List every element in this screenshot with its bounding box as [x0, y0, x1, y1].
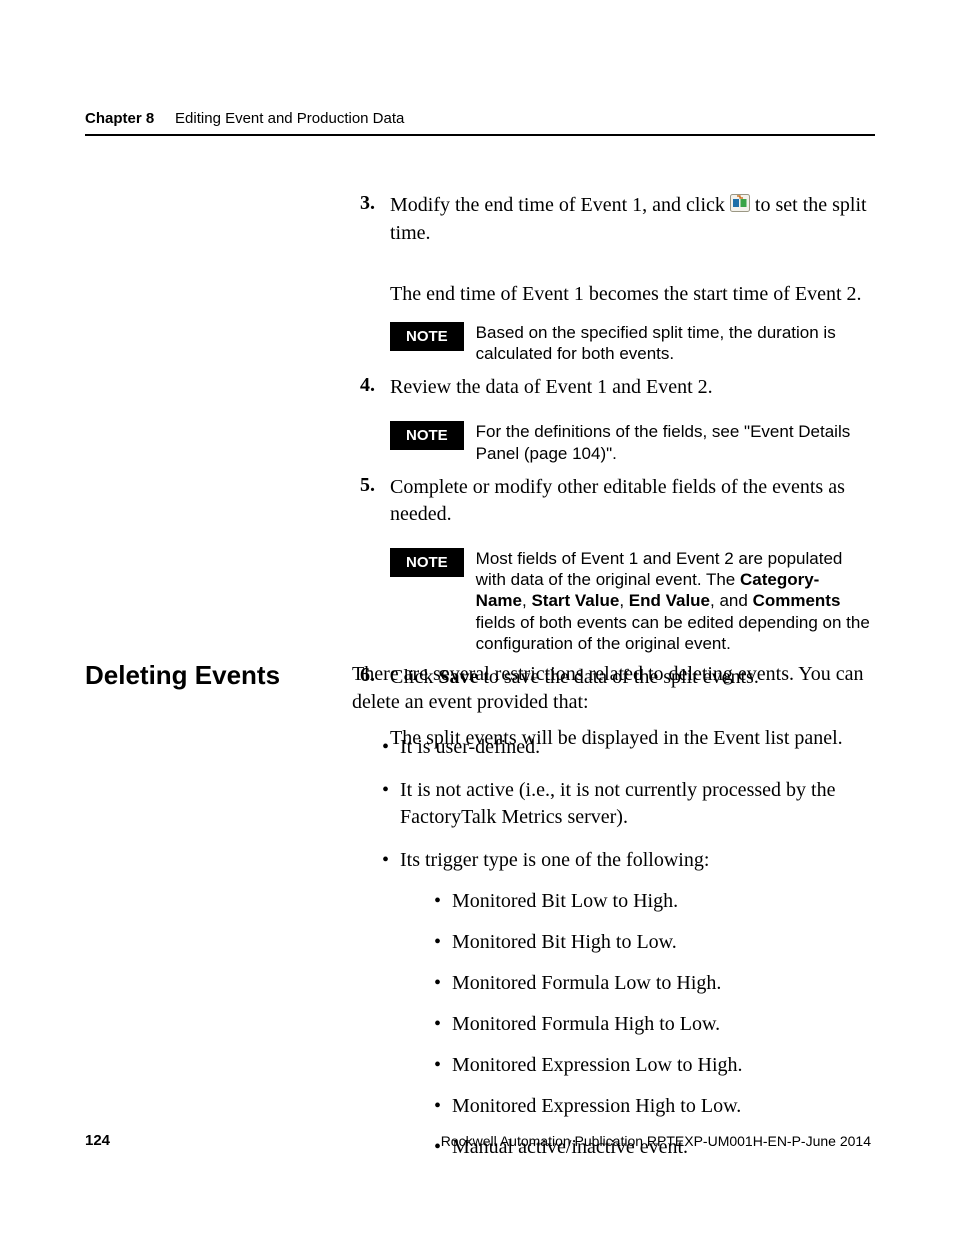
- step-number: 3.: [360, 192, 390, 261]
- list-item: Monitored Expression High to Low.: [434, 1093, 870, 1120]
- section-body: There are several restrictions related t…: [352, 660, 870, 1177]
- note-bold: Start Value: [531, 591, 619, 610]
- header-rule: [85, 134, 875, 136]
- step-5-text: Complete or modify other editable fields…: [390, 474, 870, 528]
- running-header: Chapter 8 Editing Event and Production D…: [85, 110, 404, 127]
- list-item: Monitored Bit High to Low.: [434, 929, 870, 956]
- list-item: It is user-defined.: [382, 734, 870, 761]
- split-button-icon: [730, 193, 750, 220]
- list-item: Monitored Expression Low to High.: [434, 1052, 870, 1079]
- page-number: 124: [85, 1132, 110, 1149]
- chapter-title: Editing Event and Production Data: [175, 110, 404, 127]
- note-block: NOTE For the definitions of the fields, …: [390, 421, 870, 464]
- list-item: Monitored Bit Low to High.: [434, 888, 870, 915]
- list-item: Monitored Formula High to Low.: [434, 1011, 870, 1038]
- note-seg: fields of both events can be edited depe…: [476, 613, 870, 653]
- step-3: 3. Modify the end time of Event 1, and c…: [360, 192, 870, 261]
- step-3-text-before: Modify the end time of Event 1, and clic…: [390, 194, 730, 216]
- step-4-text: Review the data of Event 1 and Event 2.: [390, 374, 870, 401]
- note-bold: End Value: [629, 591, 710, 610]
- step-number: 5.: [360, 474, 390, 542]
- step-3-followup: The end time of Event 1 becomes the star…: [390, 281, 870, 308]
- note-seg: , and: [710, 591, 753, 610]
- note-bold: Comments: [753, 591, 841, 610]
- list-item: It is not active (i.e., it is not curren…: [382, 777, 870, 831]
- note-label: NOTE: [390, 421, 464, 450]
- note-text: Based on the specified split time, the d…: [476, 322, 870, 365]
- note-label: NOTE: [390, 548, 464, 577]
- step-4: 4. Review the data of Event 1 and Event …: [360, 374, 870, 415]
- step-body: Modify the end time of Event 1, and clic…: [390, 192, 870, 261]
- note-text: For the definitions of the fields, see "…: [476, 421, 870, 464]
- step-body: Review the data of Event 1 and Event 2.: [390, 374, 870, 415]
- publication-footer: Rockwell Automation Publication RPTEXP-U…: [441, 1133, 871, 1149]
- note-text: Most fields of Event 1 and Event 2 are p…: [476, 548, 870, 654]
- note-block: NOTE Based on the specified split time, …: [390, 322, 870, 365]
- step-5: 5. Complete or modify other editable fie…: [360, 474, 870, 542]
- bullet-list: It is user-defined. It is not active (i.…: [352, 734, 870, 1161]
- sub-bullet-list: Monitored Bit Low to High. Monitored Bit…: [400, 888, 870, 1161]
- page: Chapter 8 Editing Event and Production D…: [0, 0, 954, 1235]
- note-label: NOTE: [390, 322, 464, 351]
- step-number: 4.: [360, 374, 390, 415]
- note-block: NOTE Most fields of Event 1 and Event 2 …: [390, 548, 870, 654]
- step-body: Complete or modify other editable fields…: [390, 474, 870, 542]
- section-intro: There are several restrictions related t…: [352, 660, 870, 716]
- chapter-label: Chapter 8: [85, 110, 154, 127]
- list-item: Monitored Formula Low to High.: [434, 970, 870, 997]
- section-heading: Deleting Events: [85, 660, 280, 691]
- list-item: Its trigger type is one of the following…: [382, 847, 870, 1161]
- note-seg: ,: [619, 591, 628, 610]
- list-item-text: Its trigger type is one of the following…: [400, 849, 709, 871]
